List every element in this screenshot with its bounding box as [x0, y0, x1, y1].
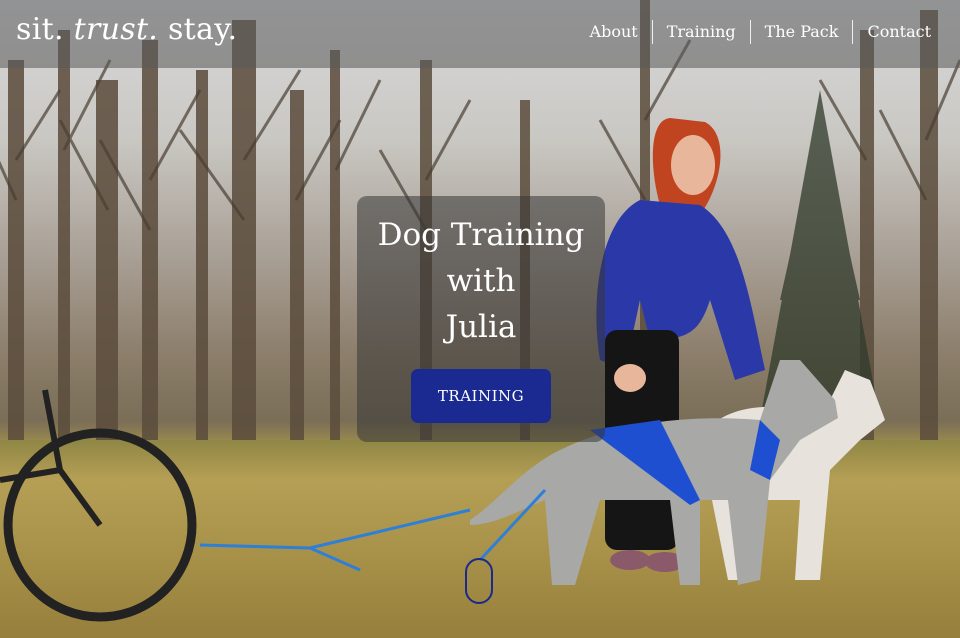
hero-headline-line-3: Julia — [445, 309, 517, 345]
nav-link-about[interactable]: About — [576, 20, 652, 44]
top-navigation-bar: sit. trust. stay. About Training The Pac… — [0, 0, 960, 68]
hero-card: Dog Training with Julia TRAINING — [357, 196, 605, 442]
logo-text-trust: trust. — [73, 12, 159, 47]
nav-link-the-pack[interactable]: The Pack — [749, 20, 853, 44]
nav-link-training[interactable]: Training — [651, 20, 750, 44]
logo-text-stay: stay. — [158, 12, 238, 47]
main-nav: About Training The Pack Contact — [576, 20, 944, 44]
logo-text-sit: sit. — [16, 12, 74, 47]
hero-headline-line-2: with — [446, 263, 516, 299]
training-cta-button[interactable]: TRAINING — [411, 369, 551, 423]
site-logo[interactable]: sit. trust. stay. — [16, 12, 237, 47]
scroll-down-indicator-icon[interactable] — [465, 558, 493, 604]
nav-link-contact[interactable]: Contact — [852, 20, 944, 44]
hero-headline: Dog Training with Julia — [357, 212, 605, 350]
hero-headline-line-1: Dog Training — [377, 217, 585, 253]
bicycle-figure — [0, 389, 197, 622]
